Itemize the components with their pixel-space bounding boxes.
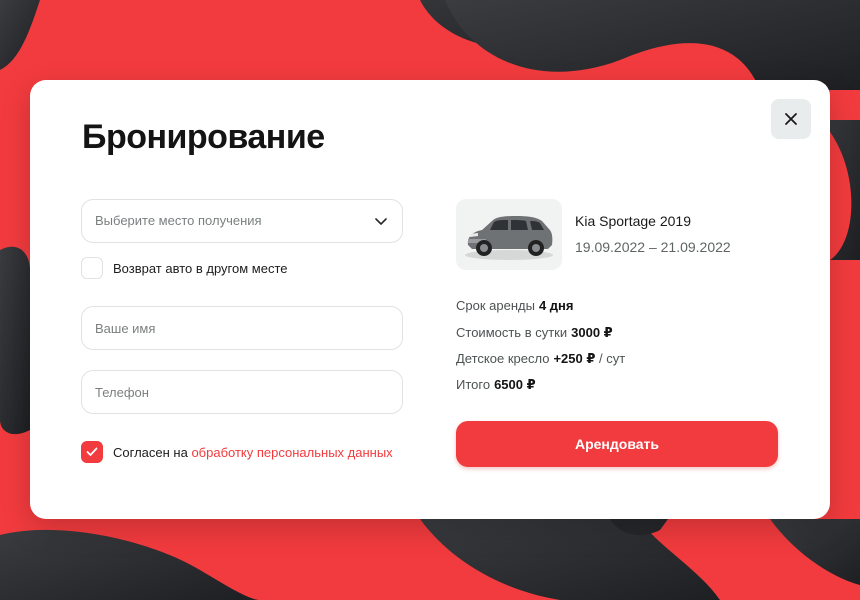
checkmark-icon xyxy=(86,447,98,456)
rent-button[interactable]: Арендовать xyxy=(456,421,778,467)
close-button[interactable] xyxy=(771,99,811,139)
return-other-location-checkbox[interactable] xyxy=(81,257,103,279)
rental-duration-row: Срок аренды 4 дня xyxy=(456,298,573,313)
phone-field-wrapper xyxy=(81,370,403,414)
pickup-location-select[interactable]: Выберите место получения xyxy=(81,199,403,243)
total-row: Итого 6500 ₽ xyxy=(456,377,536,393)
pickup-location-placeholder: Выберите место получения xyxy=(95,213,262,228)
close-icon xyxy=(785,113,797,125)
name-field-wrapper xyxy=(81,306,403,350)
page-background: Бронирование Выберите место получения Во… xyxy=(0,0,860,600)
consent-checkbox[interactable] xyxy=(81,441,103,463)
personal-data-link[interactable]: обработку персональных данных xyxy=(191,445,392,460)
consent-row: Согласен на обработку персональных данны… xyxy=(81,441,393,463)
info-value: 6500 ₽ xyxy=(494,377,536,392)
daily-price-row: Стоимость в сутки 3000 ₽ xyxy=(456,325,613,341)
car-name: Kia Sportage 2019 xyxy=(575,213,691,229)
name-input[interactable] xyxy=(95,307,365,349)
car-icon xyxy=(465,216,553,260)
car-image xyxy=(456,199,562,270)
phone-input[interactable] xyxy=(95,371,365,413)
info-label: Детское кресло xyxy=(456,351,550,366)
rental-dates: 19.09.2022 – 21.09.2022 xyxy=(575,239,731,255)
return-other-location-row: Возврат авто в другом месте xyxy=(81,257,288,279)
info-value: +250 ₽ xyxy=(553,351,596,366)
info-suffix: / сут xyxy=(599,351,626,366)
info-label: Стоимость в сутки xyxy=(456,325,568,340)
return-other-location-label: Возврат авто в другом месте xyxy=(113,260,288,276)
consent-text: Согласен на xyxy=(113,444,188,460)
modal-title: Бронирование xyxy=(82,118,325,156)
chevron-down-icon xyxy=(375,218,387,225)
info-value: 4 дня xyxy=(538,298,574,313)
child-seat-row: Детское кресло +250 ₽ / сут xyxy=(456,351,625,367)
info-label: Срок аренды xyxy=(456,298,535,313)
info-value: 3000 ₽ xyxy=(571,325,613,340)
info-label: Итого xyxy=(456,377,491,392)
booking-modal: Бронирование Выберите место получения Во… xyxy=(30,80,830,519)
